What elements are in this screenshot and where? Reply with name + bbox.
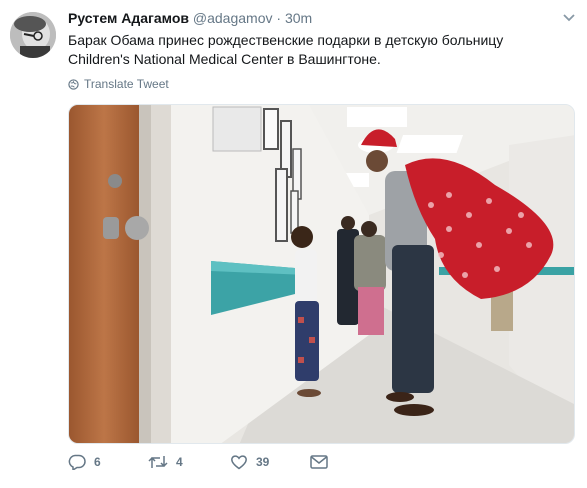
reply-button[interactable]: 6 xyxy=(68,450,101,474)
avatar-image xyxy=(10,12,56,58)
tweet-photo[interactable] xyxy=(68,104,575,444)
author-handle[interactable]: @adagamov xyxy=(193,10,273,26)
tweet-text-line-2: Children's National Medical Center в Ваш… xyxy=(68,51,381,67)
chevron-down-icon[interactable] xyxy=(563,13,575,23)
tweet-text: Барак Обама принес рождественские подарк… xyxy=(68,31,568,69)
tweet-timestamp[interactable]: 30m xyxy=(285,10,312,26)
retweet-icon xyxy=(148,456,168,468)
translate-label: Translate Tweet xyxy=(84,77,169,91)
tweet: Рустем Адагамов @adagamov · 30m Барак Об… xyxy=(0,0,587,488)
envelope-icon xyxy=(310,455,328,469)
retweet-count: 4 xyxy=(176,455,183,469)
translate-tweet-link[interactable]: Translate Tweet xyxy=(68,77,169,91)
direct-message-button[interactable] xyxy=(310,450,336,474)
avatar[interactable] xyxy=(10,12,56,58)
retweet-button[interactable]: 4 xyxy=(148,450,183,474)
photo-image xyxy=(69,105,574,443)
globe-icon xyxy=(68,78,79,90)
reply-icon xyxy=(68,454,86,470)
tweet-actions: 6 4 39 xyxy=(68,450,488,474)
reply-count: 6 xyxy=(94,455,101,469)
like-button[interactable]: 39 xyxy=(230,450,269,474)
heart-icon xyxy=(231,455,247,470)
tweet-text-line-1: Барак Обама принес рождественские подарк… xyxy=(68,32,504,48)
tweet-header: Рустем Адагамов @adagamov · 30m xyxy=(68,10,557,28)
like-count: 39 xyxy=(256,455,270,469)
separator-dot: · xyxy=(276,10,282,26)
author-name[interactable]: Рустем Адагамов xyxy=(68,10,189,26)
